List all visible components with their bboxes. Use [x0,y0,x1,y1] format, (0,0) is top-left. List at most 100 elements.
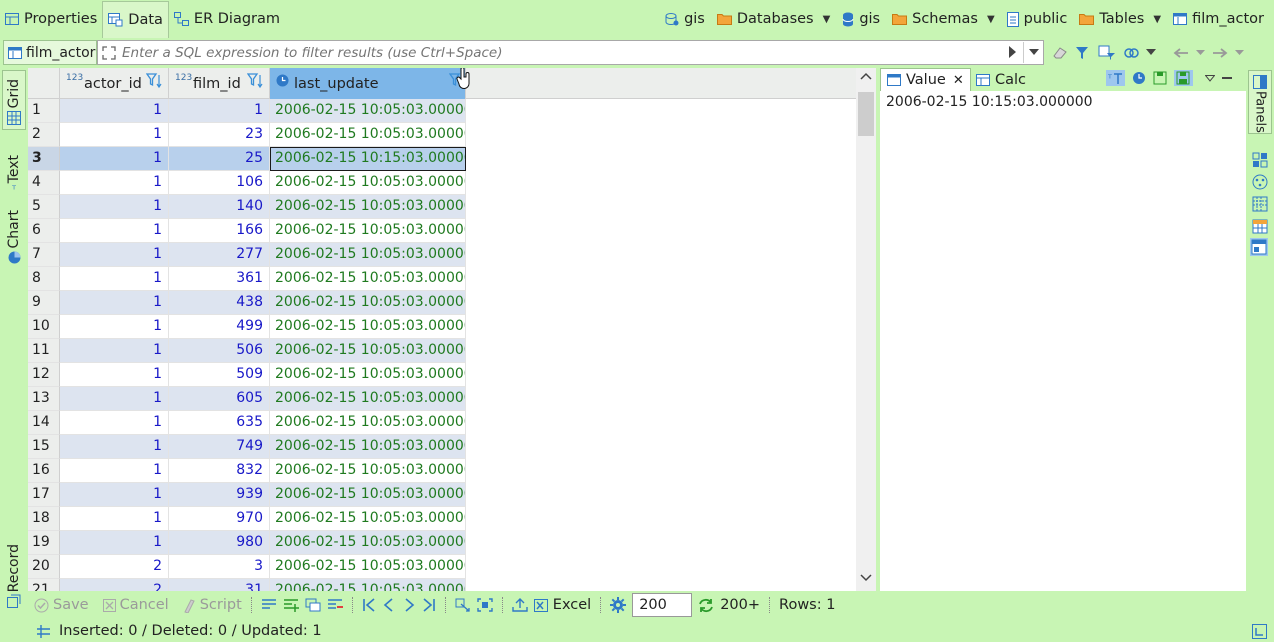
last-update-cell[interactable]: 2006-02-15 10:05:03.000000 [270,195,466,219]
filter-icon[interactable] [1075,46,1091,60]
row-number-cell[interactable]: 4 [28,171,60,195]
view-menu-icon[interactable] [1205,74,1215,82]
last-update-cell[interactable]: 2006-02-15 10:05:03.000000 [270,483,466,507]
crumb-databases[interactable]: Databases ▼ [713,11,834,27]
table-row[interactable]: 5 1 140 2006-02-15 10:05:03.000000 [28,195,856,219]
eraser-icon[interactable] [1052,46,1068,60]
actor-id-cell[interactable]: 1 [60,267,169,291]
film-id-cell[interactable]: 1 [169,99,270,123]
last-update-cell[interactable]: 2006-02-15 10:15:03.000000 [270,147,466,171]
actor-id-cell[interactable]: 1 [60,507,169,531]
tab-calc[interactable]: Calc [970,68,1032,91]
delete-row-icon[interactable] [327,598,343,612]
film-id-cell[interactable]: 31 [169,579,270,591]
actor-id-cell[interactable]: 1 [60,243,169,267]
tab-record[interactable]: Record [2,538,26,608]
table-row[interactable]: 15 1 749 2006-02-15 10:05:03.000000 [28,435,856,459]
table-row[interactable]: 18 1 970 2006-02-15 10:05:03.000000 [28,507,856,531]
vertical-scrollbar[interactable] [856,68,876,591]
last-update-cell[interactable]: 2006-02-15 10:05:03.000000 [270,243,466,267]
actor-id-cell[interactable]: 1 [60,459,169,483]
save-to-file-icon[interactable] [1153,71,1167,85]
row-number-cell[interactable]: 7 [28,243,60,267]
last-update-cell[interactable]: 2006-02-15 10:05:03.000000 [270,267,466,291]
last-update-cell[interactable]: 2006-02-15 10:05:03.000000 [270,531,466,555]
minimize-icon[interactable] [1222,75,1232,81]
clock-icon[interactable] [1132,71,1146,85]
table-row[interactable]: 3 1 25 2006-02-15 10:15:03.000000 [28,147,856,171]
film-id-cell[interactable]: 605 [169,387,270,411]
film-id-cell[interactable]: 506 [169,339,270,363]
crumb-database[interactable]: gis [838,11,884,27]
scroll-up-icon[interactable] [860,72,872,80]
tab-properties[interactable]: Properties [0,1,102,37]
close-icon[interactable]: ✕ [953,73,964,88]
actor-id-cell[interactable]: 1 [60,171,169,195]
first-row-icon[interactable] [362,598,376,612]
row-number-cell[interactable]: 11 [28,339,60,363]
film-id-cell[interactable]: 361 [169,267,270,291]
table-row[interactable]: 13 1 605 2006-02-15 10:05:03.000000 [28,387,856,411]
table-row[interactable]: 11 1 506 2006-02-15 10:05:03.000000 [28,339,856,363]
crumb-tables[interactable]: Tables ▼ [1075,11,1165,27]
refresh-icon[interactable] [1123,46,1139,60]
table-row[interactable]: 16 1 832 2006-02-15 10:05:03.000000 [28,459,856,483]
tab-grid[interactable]: Grid [2,70,26,130]
last-update-cell[interactable]: 2006-02-15 10:05:03.000000 [270,363,466,387]
row-number-cell[interactable]: 3 [28,147,60,171]
actor-id-cell[interactable]: 1 [60,123,169,147]
film-id-cell[interactable]: 106 [169,171,270,195]
chevron-down-icon[interactable] [1235,49,1244,56]
actor-id-cell[interactable]: 1 [60,411,169,435]
table-row[interactable]: 1 1 1 2006-02-15 10:05:03.000000 [28,99,856,123]
calendar-icon[interactable] [1252,218,1268,234]
panels-toggle[interactable]: Panels [1248,70,1272,134]
filter-history-dropdown[interactable] [1023,42,1039,63]
table-row[interactable]: 9 1 438 2006-02-15 10:05:03.000000 [28,291,856,315]
film-id-cell[interactable]: 166 [169,219,270,243]
metadata-icon[interactable] [1252,174,1268,190]
filter-sort-icon[interactable] [146,73,164,89]
film-id-cell[interactable]: 970 [169,507,270,531]
row-number-cell[interactable]: 14 [28,411,60,435]
layout-icon[interactable] [1250,238,1268,256]
film-id-cell[interactable]: 635 [169,411,270,435]
tab-chart[interactable]: Chart [2,208,26,264]
actor-id-cell[interactable]: 1 [60,387,169,411]
row-number-cell[interactable]: 10 [28,315,60,339]
actor-id-cell[interactable]: 1 [60,99,169,123]
cancel-button[interactable]: Cancel [102,597,169,613]
settings-icon[interactable] [610,597,627,613]
actor-id-cell[interactable]: 2 [60,555,169,579]
table-row[interactable]: 19 1 980 2006-02-15 10:05:03.000000 [28,531,856,555]
next-row-icon[interactable] [402,598,416,612]
row-number-cell[interactable]: 18 [28,507,60,531]
crumb-connection[interactable]: gis [661,11,709,27]
script-button[interactable]: Script [183,597,242,613]
row-number-cell[interactable]: 13 [28,387,60,411]
excel-button[interactable]: Excel [533,597,591,613]
table-row[interactable]: 12 1 509 2006-02-15 10:05:03.000000 [28,363,856,387]
film-id-cell[interactable]: 939 [169,483,270,507]
table-row[interactable]: 17 1 939 2006-02-15 10:05:03.000000 [28,483,856,507]
film-id-cell[interactable]: 3 [169,555,270,579]
last-update-cell[interactable]: 2006-02-15 10:05:03.000000 [270,411,466,435]
expand-icon[interactable] [102,45,116,60]
row-number-cell[interactable]: 16 [28,459,60,483]
last-update-cell[interactable]: 2006-02-15 10:05:03.000000 [270,387,466,411]
row-number-cell[interactable]: 17 [28,483,60,507]
add-row-icon[interactable] [283,598,299,612]
film-id-cell[interactable]: 438 [169,291,270,315]
actor-id-cell[interactable]: 1 [60,339,169,363]
last-update-cell[interactable]: 2006-02-15 10:05:03.000000 [270,507,466,531]
actor-id-cell[interactable]: 1 [60,195,169,219]
row-number-cell[interactable]: 21 [28,579,60,591]
last-update-cell[interactable]: 2006-02-15 10:05:03.000000 [270,435,466,459]
last-update-cell[interactable]: 2006-02-15 10:05:03.000000 [270,555,466,579]
last-update-cell[interactable]: 2006-02-15 10:05:03.000000 [270,219,466,243]
previous-row-icon[interactable] [382,598,396,612]
chevron-down-icon[interactable] [1146,49,1156,56]
edit-cell-icon[interactable] [261,598,277,612]
actor-id-cell[interactable]: 1 [60,315,169,339]
actor-id-cell[interactable]: 1 [60,219,169,243]
